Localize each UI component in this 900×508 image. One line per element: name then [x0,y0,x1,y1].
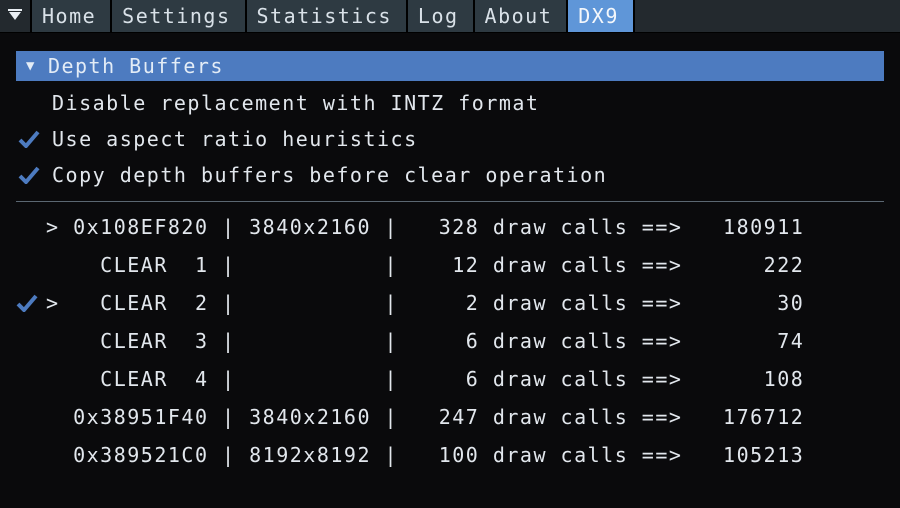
checkbox-icon[interactable] [16,218,46,236]
checkbox-icon[interactable] [16,256,46,274]
checkbox-icon[interactable] [16,332,46,350]
tab-home[interactable]: Home [30,0,112,32]
checkbox-icon[interactable] [16,446,46,464]
table-row[interactable]: > CLEAR 2 | | 2 draw calls ==> 30 [16,284,884,322]
separator [16,201,884,202]
row-text: 0x38951F40 | 3840x2160 | 247 draw calls … [46,405,804,429]
chevron-down-icon: ▼ [26,58,36,74]
checkbox-icon[interactable] [18,94,52,112]
row-text: > CLEAR 2 | | 2 draw calls ==> 30 [46,291,804,315]
tab-settings[interactable]: Settings [112,0,246,32]
row-text: > 0x108EF820 | 3840x2160 | 328 draw call… [46,215,804,239]
tab-bar: HomeSettingsStatisticsLogAboutDX9 [0,0,900,33]
option-row[interactable]: Disable replacement with INTZ format [16,85,884,121]
row-text: CLEAR 1 | | 12 draw calls ==> 222 [46,253,804,277]
options-host: Disable replacement with INTZ format Use … [16,85,884,193]
tabs-host: HomeSettingsStatisticsLogAboutDX9 [30,0,635,32]
section-title: Depth Buffers [48,54,224,78]
option-row[interactable]: Copy depth buffers before clear operatio… [16,157,884,193]
table-row[interactable]: CLEAR 4 | | 6 draw calls ==> 108 [16,360,884,398]
tab-about[interactable]: About [475,0,569,32]
checkbox-icon[interactable] [16,294,46,312]
table-row[interactable]: 0x389521C0 | 8192x8192 | 100 draw calls … [16,436,884,474]
table-row[interactable]: CLEAR 3 | | 6 draw calls ==> 74 [16,322,884,360]
option-label: Copy depth buffers before clear operatio… [52,163,607,187]
option-label: Use aspect ratio heuristics [52,127,418,151]
checkbox-icon[interactable] [16,408,46,426]
option-label: Disable replacement with INTZ format [52,91,539,115]
table-row[interactable]: CLEAR 1 | | 12 draw calls ==> 222 [16,246,884,284]
table-row[interactable]: > 0x108EF820 | 3840x2160 | 328 draw call… [16,208,884,246]
row-text: 0x389521C0 | 8192x8192 | 100 draw calls … [46,443,804,467]
tab-log[interactable]: Log [408,0,475,32]
option-row[interactable]: Use aspect ratio heuristics [16,121,884,157]
buffers-table: > 0x108EF820 | 3840x2160 | 328 draw call… [16,208,884,474]
checkbox-icon[interactable] [16,370,46,388]
checkbox-icon[interactable] [18,166,52,184]
tab-dx9[interactable]: DX9 [568,0,635,32]
menu-trigger-icon[interactable] [0,0,30,32]
checkbox-icon[interactable] [18,130,52,148]
table-row[interactable]: 0x38951F40 | 3840x2160 | 247 draw calls … [16,398,884,436]
row-text: CLEAR 3 | | 6 draw calls ==> 74 [46,329,804,353]
section-header-depth-buffers[interactable]: ▼ Depth Buffers [16,51,884,81]
tab-statistics[interactable]: Statistics [247,0,408,32]
row-text: CLEAR 4 | | 6 draw calls ==> 108 [46,367,804,391]
depth-buffers-panel: ▼ Depth Buffers Disable replacement with… [16,51,884,474]
